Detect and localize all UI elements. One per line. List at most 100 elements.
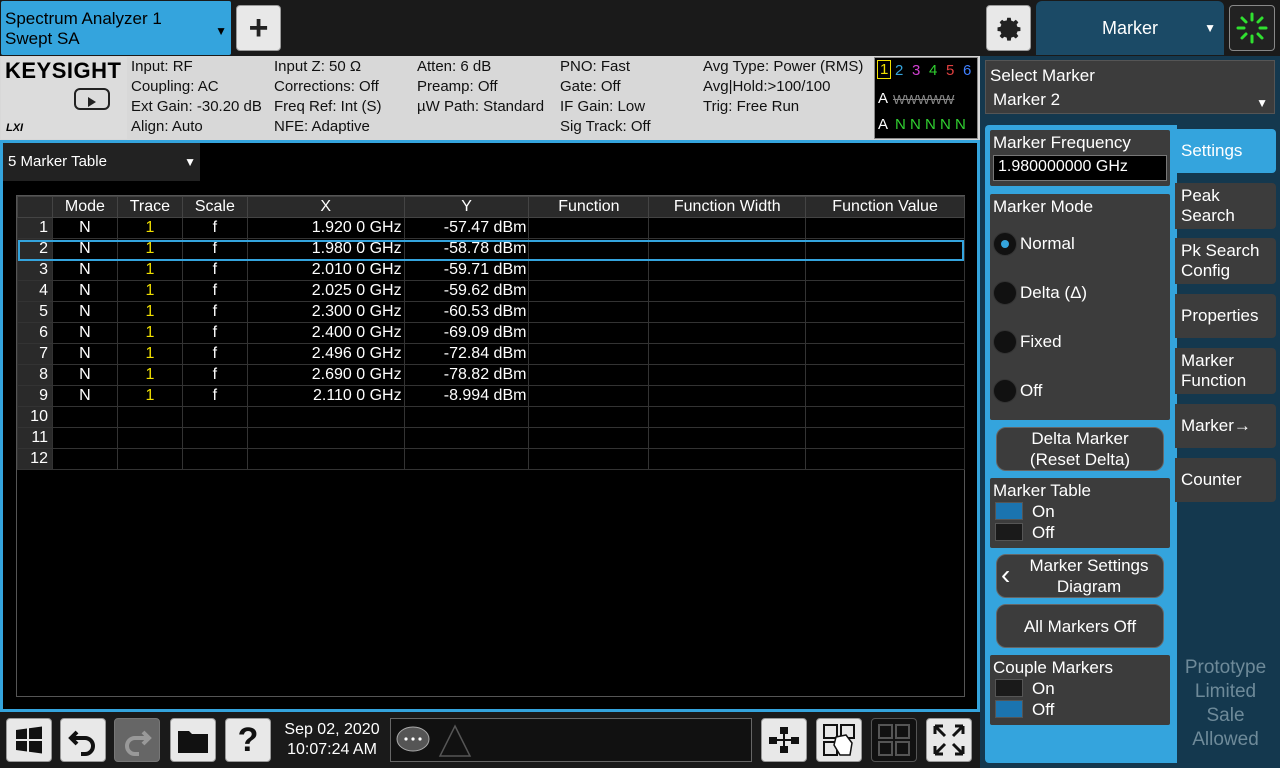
- table-cell: 1.920 0 GHz: [246, 217, 405, 239]
- multi-screen-button[interactable]: [871, 718, 917, 762]
- table-row[interactable]: 2 N 1 f 1.980 0 GHz -58.78 dBm: [17, 238, 965, 260]
- table-row[interactable]: 11: [17, 427, 965, 449]
- tab-properties[interactable]: Properties: [1175, 294, 1276, 338]
- table-row[interactable]: 12: [17, 448, 965, 470]
- mode-fixed-radio[interactable]: [993, 330, 1017, 354]
- info-col-input-z[interactable]: Input Z: 50 Ω Corrections: Off Freq Ref:…: [271, 57, 413, 139]
- couple-markers-off-label[interactable]: Off: [1032, 700, 1054, 720]
- info-corrections: Corrections: Off: [274, 78, 379, 95]
- delta-marker-button[interactable]: Delta Marker (Reset Delta): [996, 427, 1164, 471]
- mode-off-radio[interactable]: [993, 379, 1017, 403]
- windows-start-button[interactable]: [6, 718, 52, 762]
- message-area[interactable]: [390, 718, 752, 762]
- info-trig: Trig: Free Run: [703, 98, 800, 115]
- marker-table-on-toggle[interactable]: [995, 502, 1023, 520]
- tab-counter[interactable]: Counter: [1175, 458, 1276, 502]
- help-button[interactable]: ?: [225, 718, 271, 762]
- select-marker-dropdown[interactable]: Select Marker Marker 2 ▼: [985, 60, 1275, 114]
- table-cell: [403, 448, 530, 470]
- mode-delta-label[interactable]: Delta (Δ): [1020, 283, 1087, 303]
- mode-normal-radio[interactable]: [993, 232, 1017, 256]
- table-cell: [181, 406, 248, 428]
- trace-3-number: 3: [912, 62, 921, 79]
- window-view-label: 5 Marker Table: [8, 153, 107, 170]
- table-cell: [528, 280, 650, 302]
- file-explorer-button[interactable]: [170, 718, 216, 762]
- info-gate: Gate: Off: [560, 78, 621, 95]
- table-cell: [528, 427, 650, 449]
- table-row[interactable]: 4 N 1 f 2.025 0 GHz -59.62 dBm: [17, 280, 965, 302]
- table-row[interactable]: 7 N 1 f 2.496 0 GHz -72.84 dBm: [17, 343, 965, 365]
- table-row[interactable]: 6 N 1 f 2.400 0 GHz -69.09 dBm: [17, 322, 965, 344]
- table-cell: [528, 385, 650, 407]
- table-row[interactable]: 1 N 1 f 1.920 0 GHz -57.47 dBm: [17, 217, 965, 239]
- table-cell: N: [51, 364, 118, 386]
- table-row[interactable]: 10: [17, 406, 965, 428]
- mode-delta-radio[interactable]: [993, 281, 1017, 305]
- column-header: [17, 196, 53, 218]
- table-row[interactable]: 9 N 1 f 2.110 0 GHz -8.994 dBm: [17, 385, 965, 407]
- info-input-z: Input Z: 50 Ω: [274, 58, 362, 75]
- marker-table-off-toggle[interactable]: [995, 523, 1023, 541]
- table-cell: [246, 406, 405, 428]
- table-cell: [648, 448, 807, 470]
- mode-normal-label[interactable]: Normal: [1020, 234, 1075, 254]
- mode-off-label[interactable]: Off: [1020, 381, 1042, 401]
- table-cell: [528, 343, 650, 365]
- table-body: 1 N 1 f 1.920 0 GHz -57.47 dBm 2 N 1 f 1.980 0 GHz…: [17, 217, 965, 470]
- trace-1-number: 1: [877, 60, 892, 79]
- window-view-dropdown[interactable]: 5 Marker Table ▼: [3, 143, 200, 181]
- tab-settings[interactable]: Settings: [1175, 129, 1276, 173]
- marker-number-cell: 6: [17, 322, 53, 344]
- chevron-down-icon: ▼: [184, 155, 196, 169]
- maximize-button[interactable]: [926, 718, 972, 762]
- info-col-pno[interactable]: PNO: Fast Gate: Off IF Gain: Low Sig Tra…: [557, 57, 699, 139]
- couple-markers-off-toggle[interactable]: [995, 700, 1023, 718]
- table-cell: [648, 427, 807, 449]
- info-uw-path: µW Path: Standard: [417, 98, 545, 115]
- marker-table-off-label[interactable]: Off: [1032, 523, 1054, 543]
- column-header: X: [246, 196, 405, 218]
- undo-button[interactable]: [60, 718, 106, 762]
- marker-number-cell: 12: [17, 448, 53, 470]
- table-cell: [528, 364, 650, 386]
- tab-marker-function[interactable]: Marker Function: [1175, 348, 1276, 394]
- add-screen-button[interactable]: +: [236, 5, 281, 51]
- busy-indicator-button[interactable]: [1229, 5, 1275, 51]
- tile-layout-button[interactable]: [761, 718, 807, 762]
- table-cell: [246, 448, 405, 470]
- info-col-atten[interactable]: Atten: 6 dB Preamp: Off µW Path: Standar…: [414, 57, 556, 139]
- tab-peak-search[interactable]: Peak Search: [1175, 183, 1276, 229]
- tab-pk-search-config[interactable]: Pk Search Config: [1175, 238, 1276, 284]
- table-row[interactable]: 8 N 1 f 2.690 0 GHz -78.82 dBm: [17, 364, 965, 386]
- mode-fixed-label[interactable]: Fixed: [1020, 332, 1062, 352]
- table-row[interactable]: 3 N 1 f 2.010 0 GHz -59.71 dBm: [17, 259, 965, 281]
- table-cell: 2.300 0 GHz: [246, 301, 405, 323]
- marker-table-on-label[interactable]: On: [1032, 502, 1055, 522]
- redo-button[interactable]: [114, 718, 160, 762]
- info-if-gain: IF Gain: Low: [560, 98, 646, 115]
- info-col-avg[interactable]: Avg Type: Power (RMS) Avg|Hold:>100/100 …: [700, 57, 873, 139]
- all-markers-off-button[interactable]: All Markers Off: [996, 604, 1164, 648]
- marker-settings-diagram-button[interactable]: ‹ Marker Settings Diagram: [996, 554, 1164, 598]
- screen-tab-spectrum-analyzer[interactable]: Spectrum Analyzer 1 Swept SA ▼: [1, 1, 231, 55]
- folder-icon: [178, 731, 208, 753]
- info-sig-track: Sig Track: Off: [560, 118, 651, 135]
- settings-button[interactable]: [986, 5, 1031, 51]
- network-icon: [769, 727, 799, 753]
- marker-frequency-input[interactable]: 1.980000000 GHz: [993, 155, 1167, 181]
- table-cell: [805, 385, 965, 407]
- table-cell: N: [51, 322, 118, 344]
- table-cell: f: [181, 322, 248, 344]
- info-col-input[interactable]: Input: RF Coupling: AC Ext Gain: -30.20 …: [128, 57, 270, 139]
- info-pno: PNO: Fast: [560, 58, 631, 75]
- couple-markers-on-toggle[interactable]: [995, 679, 1023, 697]
- trace-indicator[interactable]: 1 2 3 4 5 6 A WWWWW A N N N N N: [874, 57, 978, 139]
- marker-number-cell: 3: [17, 259, 53, 281]
- table-cell: 1: [116, 280, 183, 302]
- tab-marker-to[interactable]: Marker→: [1175, 404, 1276, 448]
- touch-on-off-button[interactable]: [816, 718, 862, 762]
- mode-tab-marker[interactable]: Marker ▼: [1036, 1, 1224, 55]
- table-row[interactable]: 5 N 1 f 2.300 0 GHz -60.53 dBm: [17, 301, 965, 323]
- couple-markers-on-label[interactable]: On: [1032, 679, 1055, 699]
